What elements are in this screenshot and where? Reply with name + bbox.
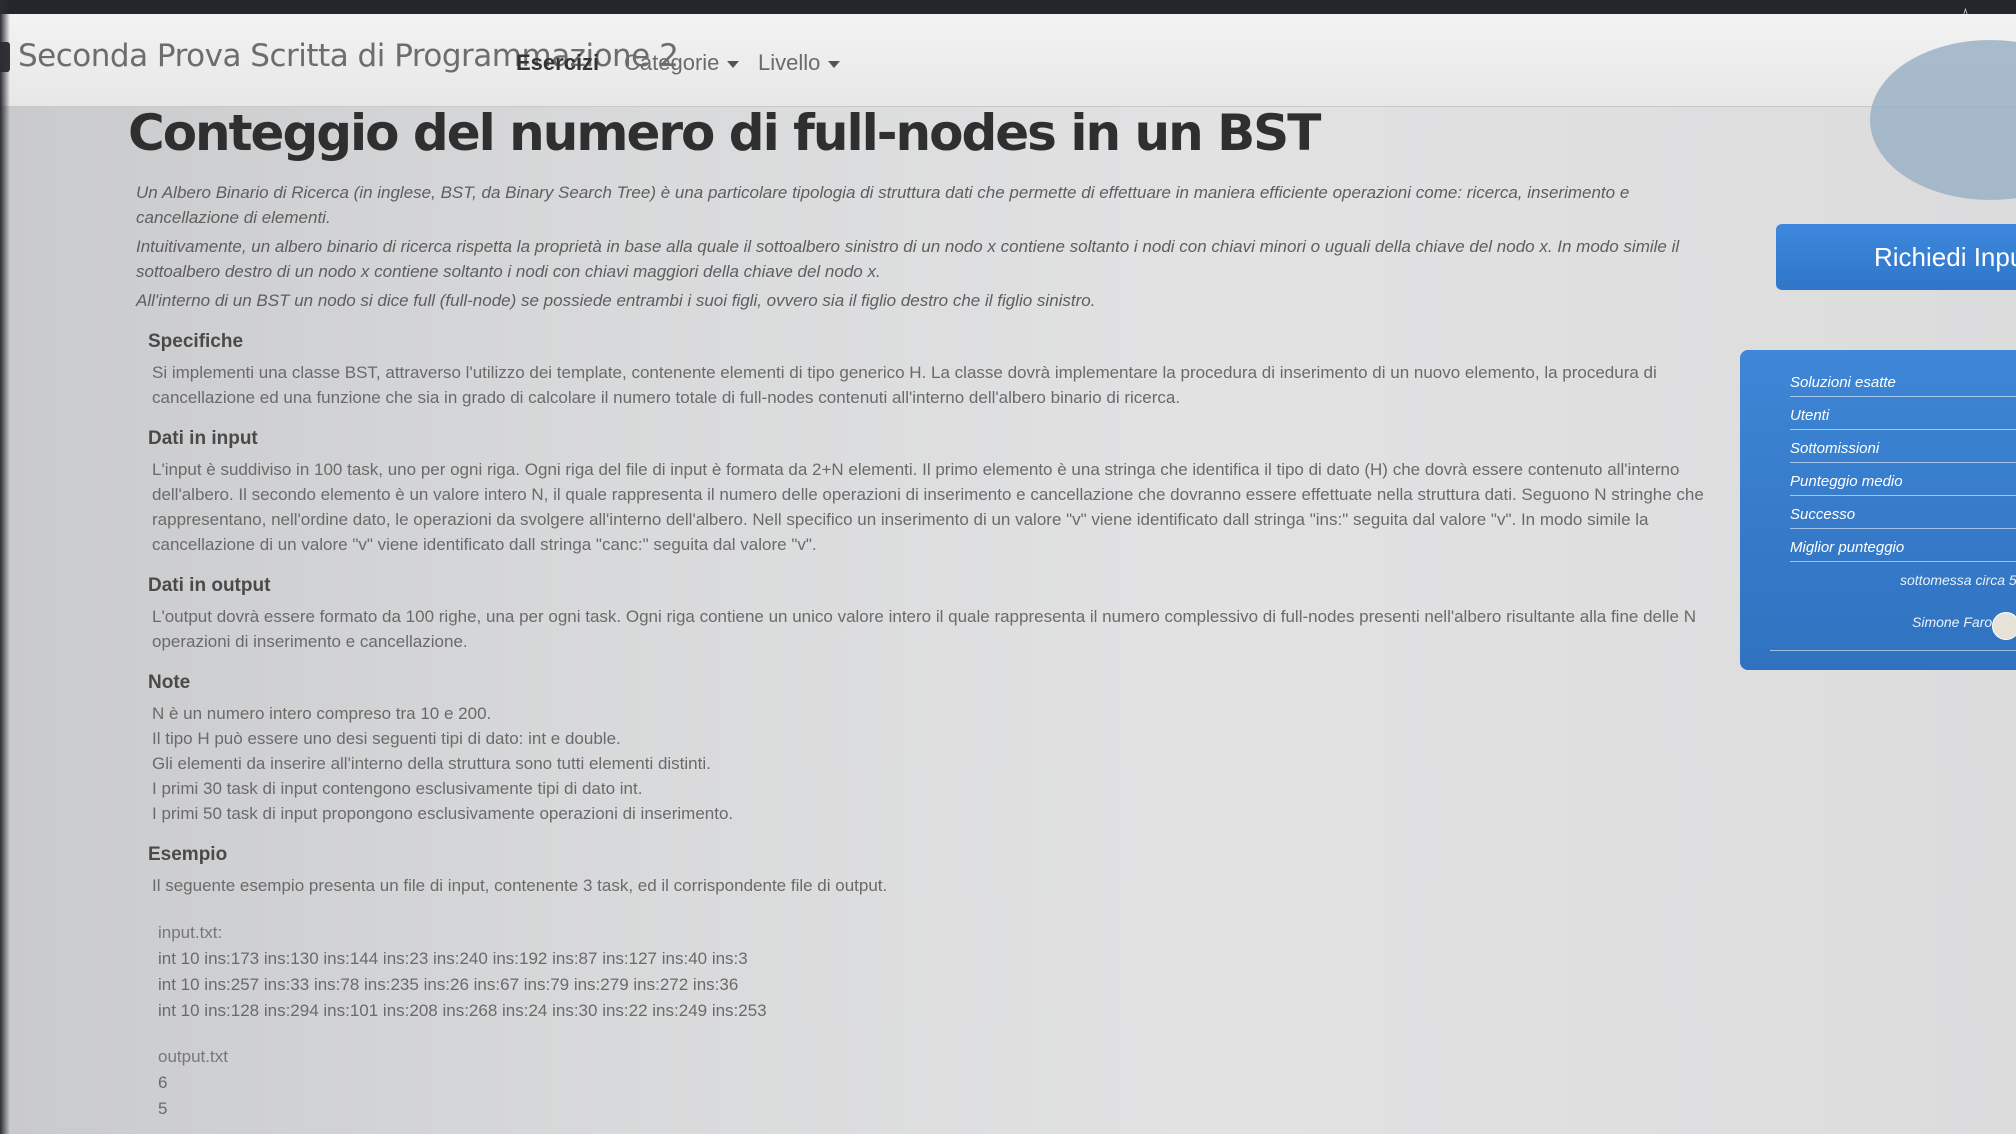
stat-utenti: Utenti (1790, 407, 2016, 430)
nav-esercizi[interactable]: Esercizi (516, 50, 599, 76)
notes-list: N è un numero intero compreso tra 10 e 2… (152, 701, 1716, 826)
note-item: I primi 50 task di input propongono escl… (152, 804, 734, 823)
stat-punteggio-medio: Punteggio medio (1790, 473, 2016, 496)
page-title: Conteggio del numero di full-nodes in un… (128, 104, 1321, 162)
specifiche-text: Si implementi una classe BST, attraverso… (152, 363, 1657, 407)
example-output-block: output.txt 6 5 (158, 1044, 1716, 1122)
intro-section: Un Albero Binario di Ricerca (in inglese… (136, 180, 1716, 313)
output-line: 5 (158, 1099, 168, 1118)
nav-livello-label: Livello (758, 50, 821, 75)
stat-soluzioni-esatte: Soluzioni esatte (1790, 374, 2016, 397)
best-user-name[interactable]: Simone Faro (1912, 614, 1992, 630)
submitted-time: sottomessa circa 51 an (1900, 572, 2016, 588)
browser-screen: ☆ Seconda Prova Scritta di Programmazion… (0, 0, 2016, 1134)
output-heading: Dati in output (148, 575, 271, 596)
input-file-label: input.txt: (158, 923, 223, 942)
screen-bezel (0, 0, 10, 1134)
stat-miglior-punteggio: Miglior punteggio (1790, 539, 2016, 562)
nav-livello-dropdown[interactable]: Livello (758, 50, 841, 76)
navbar: Seconda Prova Scritta di Programmazione … (0, 14, 2016, 107)
input-line: int 10 ins:128 ins:294 ins:101 ins:208 i… (158, 1001, 767, 1020)
panel-divider (1770, 650, 2016, 651)
output-text: L'output dovrà essere formato da 100 rig… (152, 607, 1697, 651)
stat-successo: Successo (1790, 506, 2016, 529)
esempio-text: Il seguente esempio presenta un file di … (152, 876, 888, 895)
richiedi-input-button[interactable]: Richiedi Inpu (1776, 224, 2016, 290)
input-text: L'input è suddiviso in 100 task, uno per… (152, 460, 1704, 554)
caret-down-icon (828, 60, 841, 68)
intro-paragraph: Intuitivamente, un albero binario di ric… (136, 237, 1680, 281)
input-line: int 10 ins:173 ins:130 ins:144 ins:23 in… (158, 949, 748, 968)
example-input-block: input.txt: int 10 ins:173 ins:130 ins:14… (158, 920, 1716, 1024)
stats-panel: Soluzioni esatte Utenti Sottomissioni Pu… (1740, 350, 2016, 670)
input-line: int 10 ins:257 ins:33 ins:78 ins:235 ins… (158, 975, 739, 994)
nav-categorie-label: Categorie (624, 50, 720, 75)
intro-paragraph: All'interno di un BST un nodo si dice fu… (136, 291, 1096, 310)
note-item: I primi 30 task di input contengono escl… (152, 779, 643, 798)
note-heading: Note (148, 672, 191, 693)
problem-description: Un Albero Binario di Ricerca (in inglese… (136, 180, 1716, 1122)
nav-categorie-dropdown[interactable]: Categorie (624, 50, 740, 76)
note-item: Il tipo H può essere uno desi seguenti t… (152, 729, 621, 748)
input-heading: Dati in input (148, 428, 258, 449)
user-avatar[interactable] (1992, 612, 2016, 640)
nav-esercizi-label: Esercizi (516, 50, 600, 75)
output-file-label: output.txt (158, 1047, 228, 1066)
note-item: Gli elementi da inserire all'interno del… (152, 754, 711, 773)
specifiche-heading: Specifiche (148, 331, 244, 352)
output-line: 6 (158, 1073, 168, 1092)
intro-paragraph: Un Albero Binario di Ricerca (in inglese… (136, 183, 1630, 227)
esempio-heading: Esempio (148, 844, 228, 865)
caret-down-icon (727, 60, 740, 68)
stat-sottomissioni: Sottomissioni (1790, 440, 2016, 463)
note-item: N è un numero intero compreso tra 10 e 2… (152, 704, 492, 723)
browser-top-strip: ☆ (0, 0, 2016, 35)
